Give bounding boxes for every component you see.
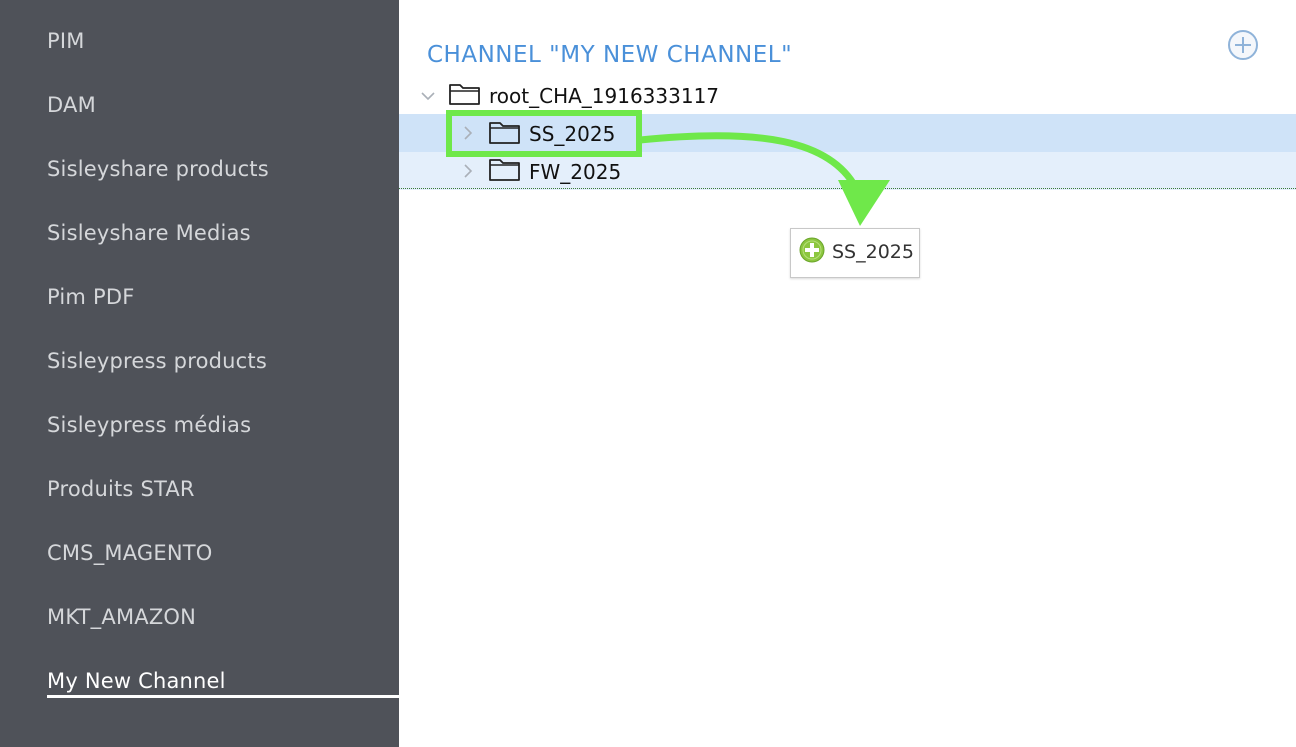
tree-node-label-fw-2025: FW_2025 (529, 160, 622, 184)
sidebar-item-pim-pdf[interactable]: Pim PDF (47, 282, 134, 312)
page-title: CHANNEL "MY NEW CHANNEL" (427, 42, 793, 68)
sidebar-item-mkt-amazon[interactable]: MKT_AMAZON (47, 602, 196, 632)
add-green-icon (799, 237, 825, 263)
sidebar-item-my-new-channel[interactable]: My New Channel (47, 666, 226, 696)
chevron-down-icon[interactable] (419, 87, 437, 105)
sidebar-item-sisleyshare-products[interactable]: Sisleyshare products (47, 154, 269, 184)
sidebar-item-dam[interactable]: DAM (47, 90, 96, 120)
sidebar-item-sisleyshare-medias[interactable]: Sisleyshare Medias (47, 218, 251, 248)
sidebar-item-cms-magento[interactable]: CMS_MAGENTO (47, 538, 213, 568)
annotation-highlight-box (446, 110, 642, 157)
add-circle-icon[interactable] (1227, 29, 1259, 61)
tree-node-label-root: root_CHA_1916333117 (489, 84, 720, 108)
sidebar-item-sisleypress-products[interactable]: Sisleypress products (47, 346, 267, 376)
drag-ghost-label: SS_2025 (832, 241, 914, 263)
drop-indicator-line (399, 188, 1296, 189)
sidebar-item-sisleypress-medias[interactable]: Sisleypress médias (47, 410, 251, 440)
chevron-right-icon[interactable] (459, 162, 477, 180)
tree-row-fw-2025[interactable]: FW_2025 (399, 152, 1296, 190)
sidebar-item-pim[interactable]: PIM (47, 26, 85, 56)
active-item-underline (47, 695, 399, 698)
folder-icon (489, 159, 520, 181)
sidebar-item-produits-star[interactable]: Produits STAR (47, 474, 195, 504)
folder-open-icon (449, 84, 480, 105)
sidebar: PIM DAM Sisleyshare products Sisleyshare… (0, 0, 399, 747)
drag-ghost: SS_2025 (790, 228, 920, 278)
